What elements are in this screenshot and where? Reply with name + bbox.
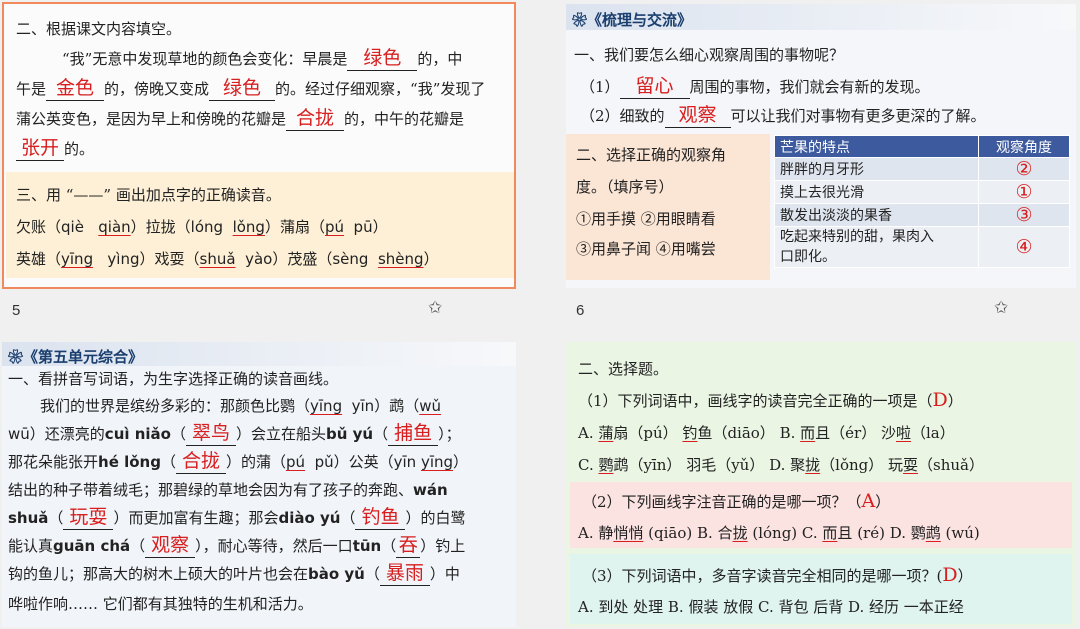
task-title: 一、看拼音写词语，为生字选择正确的读音画线。 xyxy=(8,370,339,388)
q2-line: ①用手摸 ②用眼睛看 xyxy=(576,210,716,228)
slide-thumbnail-8[interactable]: 二、选择题。 （1）下列词语中，画线字的读音完全正确的一项是（D） A. 蒲扇（… xyxy=(566,342,1076,627)
text-line-2: wū）还漂亮的cuì niǎo（ 翠鸟 ）会立在船头bǔ yú（ 捕鱼）； xyxy=(8,422,461,446)
fill-line-3: 蒲公英变色，是因为早上和傍晚的花瓣是 合拢 的，中午的花瓣是 xyxy=(16,107,465,131)
table-row: 胖胖的月牙形 ② xyxy=(774,157,1070,181)
q2-box: （2）下列画线字注音正确的是哪一项？（A） A. 静悄悄 (qiāo) B. 合… xyxy=(570,482,1072,548)
table-answer-cell: ② xyxy=(978,157,1070,181)
table-header-row: 芒果的特点 观察角度 xyxy=(774,135,1070,158)
pinyin-row-2: 英雄（yīng yìng）戏耍（shuǎ yào）茂盛（sèng shèng） xyxy=(16,250,439,268)
q1-line-2: （2）细致的 观察 可以让我们对事物有更多更深的了解。 xyxy=(580,104,986,128)
q3-title: 三、用 “——” 画出加点字的正确读音。 xyxy=(16,186,281,204)
fill-line-1: “我”无意中发现草地的颜色会变化：早晨是 绿色 的，中 xyxy=(62,47,463,71)
table-row: 吃起来特别的甜，果肉入 口即化。 ④ xyxy=(774,226,1070,268)
q1-options-2: C. 鹦鹉（yīn） 羽毛（yǔ） D. 聚拢（lǒng） 玩耍（shuǎ） xyxy=(578,456,984,474)
table-row: 摸上去很光滑 ① xyxy=(774,180,1070,204)
slide-thumbnail-5[interactable]: 二、根据课文内容填空。 “我”无意中发现草地的颜色会变化：早晨是 绿色 的，中 午是… xyxy=(2,2,516,289)
q2-title: 二、根据课文内容填空。 xyxy=(16,20,182,38)
q2-options: A. 静悄悄 (qiāo) B. 合拢 (lóng) C. 而且 (ré) D.… xyxy=(578,524,980,542)
star-icon[interactable]: ✩ xyxy=(428,298,442,318)
table-cell: 胖胖的月牙形 xyxy=(774,157,979,181)
q1-title: 一、我们要怎么细心观察周围的事物呢？ xyxy=(574,46,845,64)
table-row: 散发出淡淡的果香 ③ xyxy=(774,203,1070,227)
star-icon[interactable]: ✩ xyxy=(994,298,1008,318)
table-header-cell: 芒果的特点 xyxy=(774,135,979,158)
pinyin-row-1: 欠账（qiè qiàn）拉拢（lóng lǒng）蒲扇（pú pū） xyxy=(16,218,388,236)
text-line-1: 我们的世界是缤纷多彩的：那颜色比鹦（yīng yīn）鹉（wǔ xyxy=(40,397,441,415)
text-line-6: 能认真guān chá（ 观察 ），耐心等待，然后一口tūn（吞）钓上 xyxy=(8,534,466,558)
header-title: ❀《第五单元综合》 xyxy=(8,348,144,366)
text-line-8: 哗啦作响…… 它们都有其独特的生机和活力。 xyxy=(8,595,313,613)
q2-stem: （2）下列画线字注音正确的是哪一项？（A） xyxy=(582,490,891,512)
table-answer-cell: ③ xyxy=(978,203,1070,227)
table-cell: 摸上去很光滑 xyxy=(774,180,979,204)
slide-number-5: 5 xyxy=(12,302,21,319)
slide-thumbnail-7[interactable]: ❀《第五单元综合》 一、看拼音写词语，为生字选择正确的读音画线。 我们的世界是缤… xyxy=(2,342,516,627)
table-answer-cell: ① xyxy=(978,180,1070,204)
header-title: ❀《梳理与交流》 xyxy=(572,11,693,29)
text-line-4: 结出的种子带着绒毛；那碧绿的草地会因为有了孩子的奔跑、wán xyxy=(8,481,448,499)
text-line-7: 钩的鱼儿；那高大的树木上硕大的叶片也会在bào yǔ（ 暴雨 ）中 xyxy=(8,562,460,586)
q2-line: 度。（填序号） xyxy=(576,178,674,196)
text-line-3: 那花朵能张开hé lǒng（ 合拢 ）的蒲（pú pǔ）公英（yīn yīng） xyxy=(8,450,469,474)
q3-box: （3）下列词语中，多音字读音完全相同的是哪一项？(D） A. 到处 处理 B. … xyxy=(570,554,1072,624)
fill-line-2: 午是 金色 的，傍晚又变成 绿色 的。经过仔细观察，“我”发现了 xyxy=(16,77,486,101)
mango-table: 芒果的特点 观察角度 胖胖的月牙形 ② 摸上去很光滑 ① 散发出淡淡的果香 ③ … xyxy=(774,135,1070,268)
table-cell: 吃起来特别的甜，果肉入 口即化。 xyxy=(774,226,979,268)
task-title: 二、选择题。 xyxy=(578,360,669,378)
q1-line-1: （1） 留心 周围的事物，我们就会有新的发现。 xyxy=(580,75,930,99)
q1-options-1: A. 蒲扇（pú） 钓鱼（diāo） B. 而且（ér） 沙啦（la） xyxy=(578,424,955,442)
q2-box: 二、选择正确的观察角 度。（填序号） ①用手摸 ②用眼睛看 ③用鼻子闻 ④用嘴尝 xyxy=(566,134,770,280)
table-answer-cell: ④ xyxy=(978,226,1070,268)
table-cell: 散发出淡淡的果香 xyxy=(774,203,979,227)
q2-line: ③用鼻子闻 ④用嘴尝 xyxy=(576,240,716,258)
fill-line-4: 张开 的。 xyxy=(16,137,94,161)
pinyin-section: 三、用 “——” 画出加点字的正确读音。 欠账（qiè qiàn）拉拢（lóng… xyxy=(6,172,514,278)
table-header-cell: 观察角度 xyxy=(978,135,1070,158)
slide-thumbnail-6[interactable]: ❀《梳理与交流》 一、我们要怎么细心观察周围的事物呢？ （1） 留心 周围的事物，我… xyxy=(566,4,1076,288)
q3-stem: （3）下列词语中，多音字读音完全相同的是哪一项？(D） xyxy=(582,564,973,586)
text-line-5: shuǎ（ 玩耍 ）而更加富有生趣；那会diào yú（ 钓鱼 ）的白鹭 xyxy=(8,506,466,530)
slide-number-6: 6 xyxy=(576,302,585,319)
q2-line: 二、选择正确的观察角 xyxy=(576,146,727,164)
q1-stem: （1）下列词语中，画线字的读音完全正确的一项是（D） xyxy=(578,389,963,411)
q3-options: A. 到处 处理 B. 假装 放假 C. 背包 后背 D. 经历 一本正经 xyxy=(578,598,964,616)
